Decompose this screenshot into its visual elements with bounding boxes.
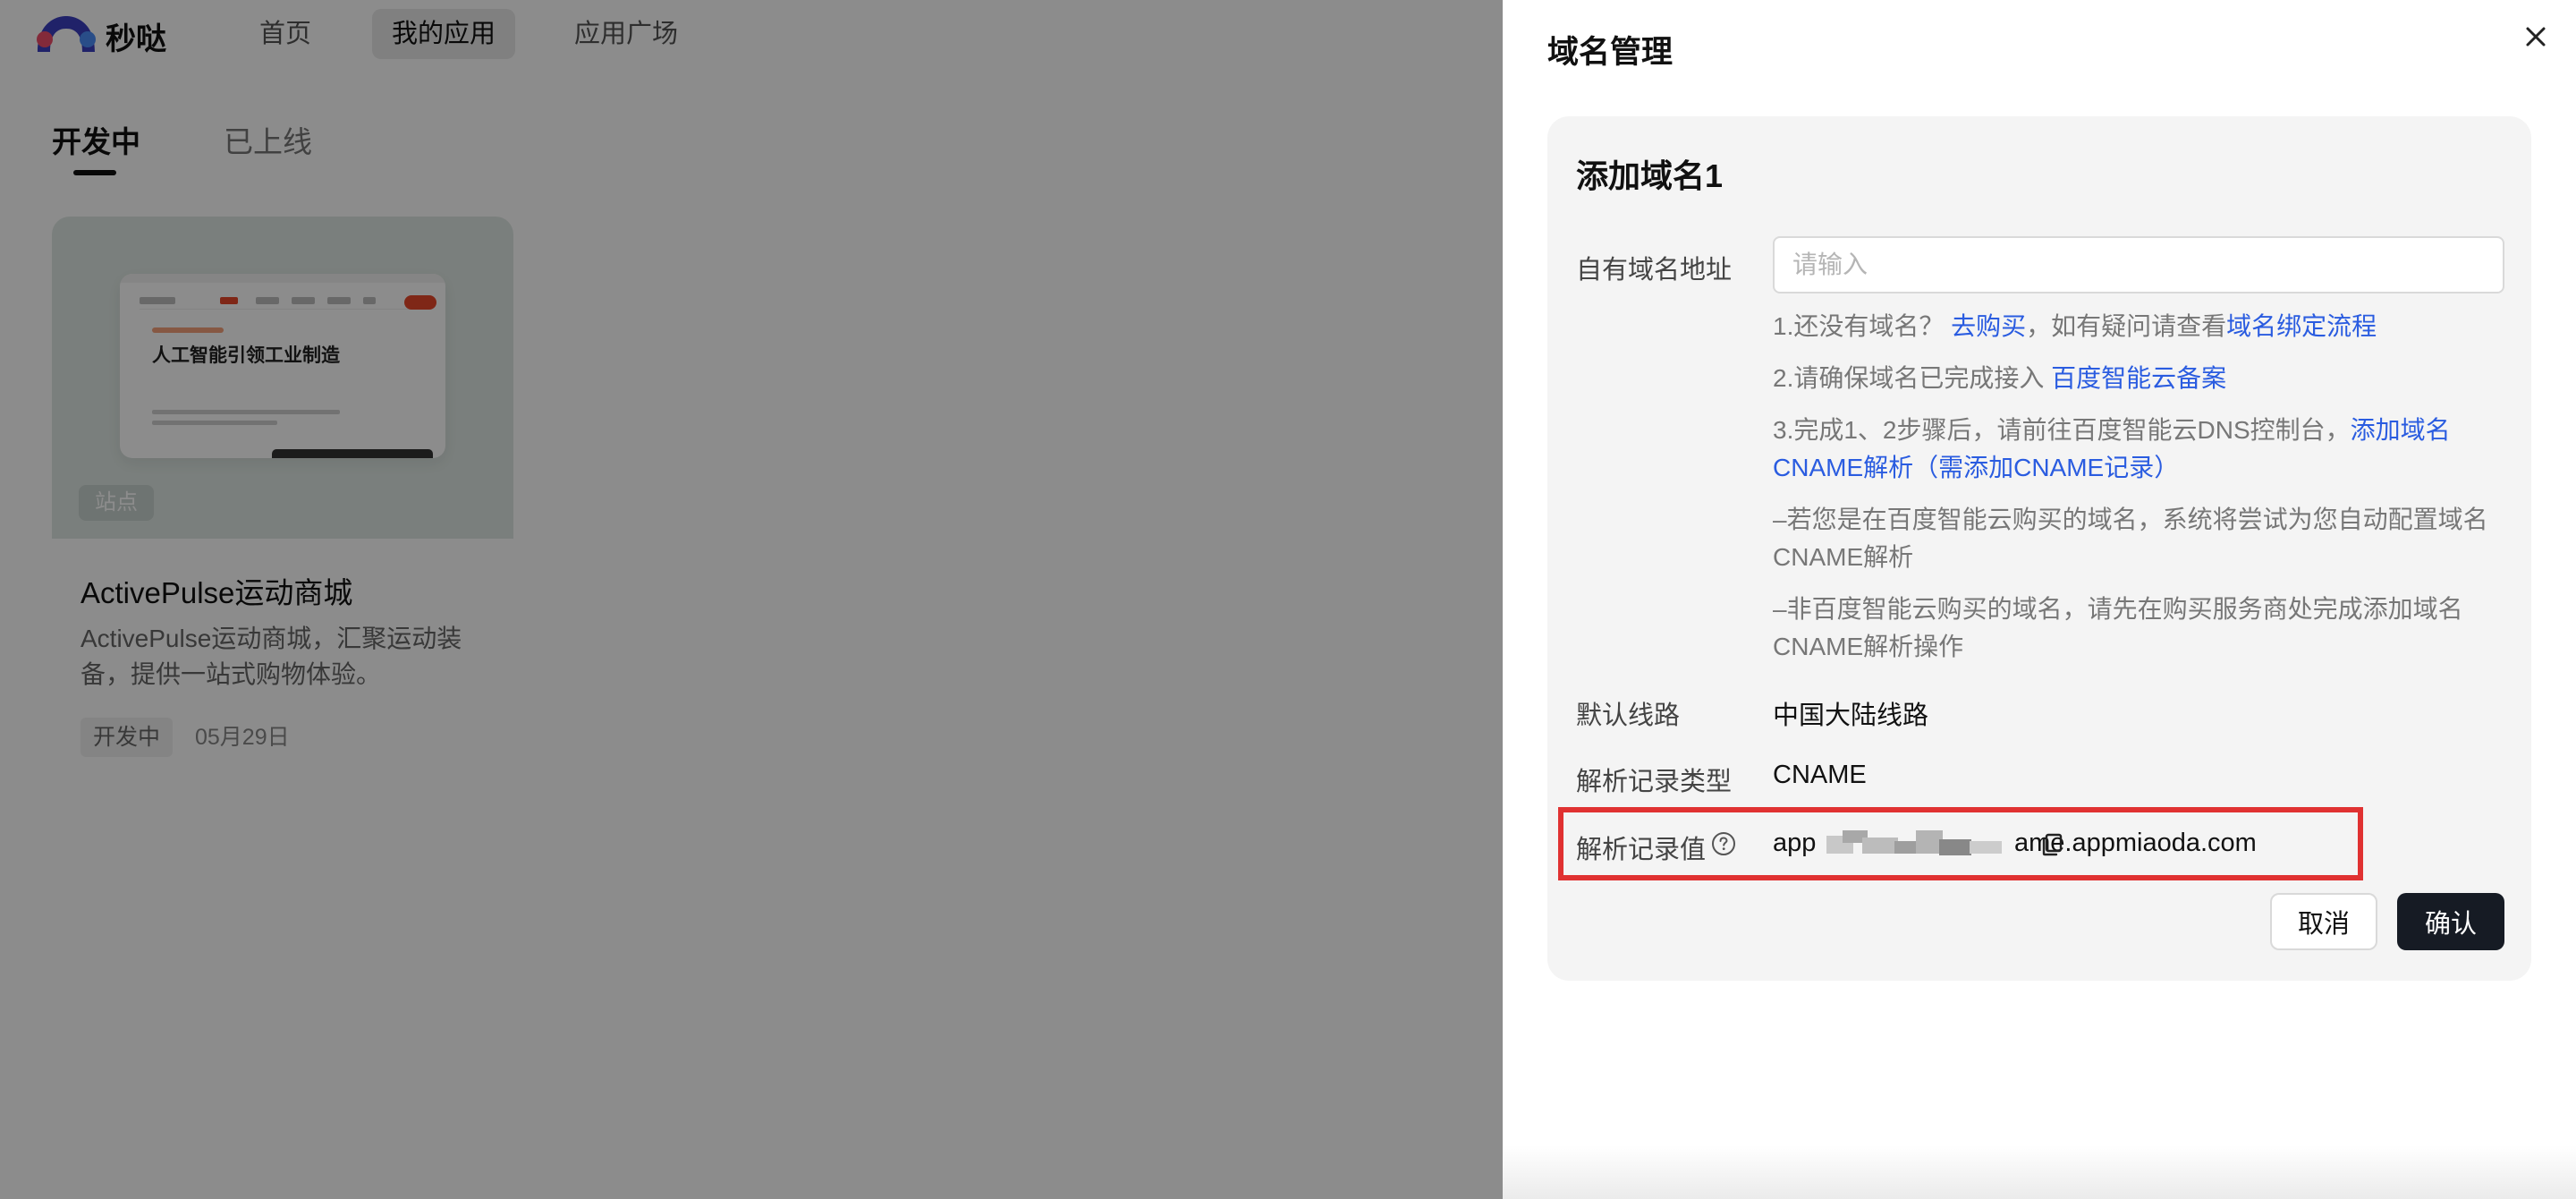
drawer-bottom-shade (1503, 1145, 2576, 1199)
form-title: 添加域名1 (1576, 157, 1724, 194)
confirm-button[interactable]: 确认 (2397, 893, 2504, 950)
domain-input[interactable] (1773, 236, 2504, 293)
hint-manual-config: –非百度智能云购买的域名，请先在购买服务商处完成添加域名CNAME解析操作 (1773, 595, 2463, 660)
add-domain-form: 添加域名1 自有域名地址 1.还没有域名？ 去购买，如有疑问请查看域名绑定流程 … (1547, 116, 2531, 981)
record-type-label: 解析记录类型 (1576, 768, 1733, 796)
buy-link[interactable]: 去购买 (1951, 312, 2026, 340)
record-type-value: CNAME (1773, 761, 1867, 789)
close-icon (2526, 27, 2546, 47)
hint-auto-config: –若您是在百度智能云购买的域名，系统将尝试为您自动配置域名CNAME解析 (1773, 506, 2488, 571)
domain-management-drawer: 域名管理 添加域名1 自有域名地址 1.还没有域名？ 去购买，如有疑问请查看域名… (1503, 0, 2576, 1199)
domain-binding-process-link[interactable]: 域名绑定流程 (2226, 312, 2377, 340)
line-label: 默认线路 (1576, 702, 1681, 730)
baidu-filing-link[interactable]: 百度智能云备案 (2051, 364, 2226, 392)
line-value: 中国大陆线路 (1773, 702, 1929, 730)
domain-label: 自有域名地址 (1576, 256, 1733, 285)
hint-filing: 2.请确保域名已完成接入 百度智能云备案 (1773, 364, 2227, 392)
close-button[interactable] (2521, 21, 2551, 52)
drawer-title: 域名管理 (1547, 35, 1674, 70)
annotation-highlight-box (1558, 807, 2363, 880)
hint-dns: 3.完成1、2步骤后，请前往百度智能云DNS控制台，添加域名CNAME解析（需添… (1773, 416, 2451, 481)
hint-buy-domain: 1.还没有域名？ 去购买，如有疑问请查看域名绑定流程 (1773, 312, 2377, 340)
modal-overlay[interactable] (0, 0, 1503, 1199)
cancel-button[interactable]: 取消 (2270, 893, 2377, 950)
